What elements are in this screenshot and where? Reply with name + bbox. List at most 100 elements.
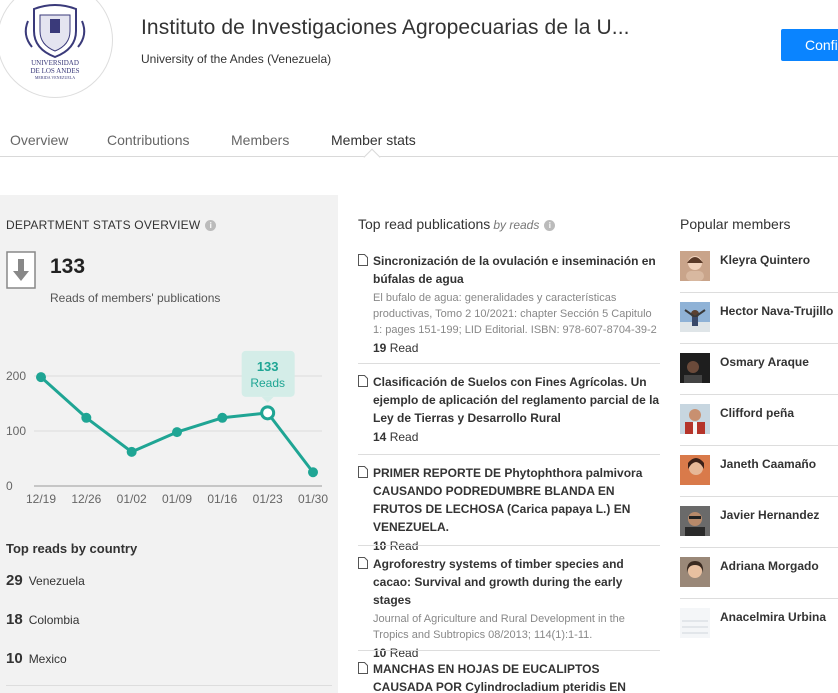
tab-contributions[interactable]: Contributions bbox=[107, 132, 190, 148]
tab-bar: Overview Contributions Members Member st… bbox=[0, 128, 838, 157]
x-tick-label: 12/19 bbox=[26, 492, 56, 506]
document-icon bbox=[358, 375, 368, 387]
member-name[interactable]: Osmary Araque bbox=[720, 355, 809, 369]
stats-header: DEPARTMENT STATS OVERVIEW i bbox=[6, 218, 217, 232]
member-item[interactable]: Adriana Morgado bbox=[680, 557, 838, 608]
document-icon bbox=[358, 254, 368, 266]
total-reads-caption: Reads of members' publications bbox=[50, 291, 221, 305]
institution-title: Instituto de Investigaciones Agropecuari… bbox=[141, 16, 630, 39]
stats-header-label: DEPARTMENT STATS OVERVIEW bbox=[6, 218, 201, 232]
countries-title: Top reads by country bbox=[6, 541, 138, 556]
confirm-button[interactable]: Confi bbox=[781, 29, 838, 61]
avatar[interactable] bbox=[680, 455, 710, 485]
x-tick-label: 01/02 bbox=[117, 492, 147, 506]
divider bbox=[680, 598, 838, 599]
y-tick-label: 0 bbox=[6, 479, 13, 493]
country-row: 10 Mexico bbox=[6, 650, 67, 667]
member-name[interactable]: Hector Nava-Trujillo bbox=[720, 304, 833, 318]
publication-reads: 19 Read bbox=[373, 341, 419, 355]
member-item[interactable]: Osmary Araque bbox=[680, 353, 838, 404]
y-tick-label: 200 bbox=[6, 369, 26, 383]
member-name[interactable]: Javier Hernandez bbox=[720, 508, 819, 522]
info-icon[interactable]: i bbox=[544, 220, 556, 231]
member-name[interactable]: Anacelmira Urbina bbox=[720, 610, 826, 624]
avatar[interactable] bbox=[680, 404, 710, 434]
info-icon[interactable]: i bbox=[205, 220, 217, 231]
member-name[interactable]: Clifford peña bbox=[720, 406, 794, 420]
member-item[interactable]: Javier Hernandez bbox=[680, 506, 838, 557]
tab-overview[interactable]: Overview bbox=[10, 132, 68, 148]
publication-item[interactable]: PRIMER REPORTE DE Phytophthora palmivora… bbox=[358, 464, 660, 553]
divider bbox=[680, 547, 838, 548]
member-name[interactable]: Kleyra Quintero bbox=[720, 253, 810, 267]
publication-reads: 10 Read bbox=[373, 539, 419, 553]
publication-item[interactable]: Agroforestry systems of timber species a… bbox=[358, 555, 660, 660]
publication-title[interactable]: PRIMER REPORTE DE Phytophthora palmivora… bbox=[373, 464, 660, 536]
publication-item[interactable]: Sincronización de la ovulación e insemin… bbox=[358, 252, 660, 355]
avatar[interactable] bbox=[680, 251, 710, 281]
avatar[interactable] bbox=[680, 353, 710, 383]
data-point bbox=[308, 467, 318, 478]
data-point bbox=[81, 412, 92, 423]
country-row: 29 Venezuela bbox=[6, 572, 85, 589]
divider bbox=[358, 454, 660, 455]
tooltip-label: Reads bbox=[250, 376, 285, 390]
divider bbox=[358, 650, 660, 651]
x-tick-label: 12/26 bbox=[71, 492, 101, 506]
tab-members[interactable]: Members bbox=[231, 132, 289, 148]
university-seal-icon: UNIVERSIDAD DE LOS ANDES MERIDA VENEZUEL… bbox=[24, 4, 86, 80]
divider bbox=[680, 496, 838, 497]
publication-reads: 14 Read bbox=[373, 430, 419, 444]
avatar[interactable] bbox=[680, 506, 710, 536]
data-point bbox=[126, 446, 137, 457]
divider bbox=[680, 394, 838, 395]
publication-title[interactable]: Sincronización de la ovulación e insemin… bbox=[373, 252, 660, 288]
x-tick-label: 01/09 bbox=[162, 492, 192, 506]
publication-meta: El bufalo de agua: generalidades y carac… bbox=[373, 292, 657, 336]
svg-text:MERIDA VENEZUELA: MERIDA VENEZUELA bbox=[35, 75, 75, 80]
document-icon bbox=[358, 557, 368, 569]
member-item[interactable]: Janeth Caamaño bbox=[680, 455, 838, 506]
tooltip-arrow bbox=[261, 396, 274, 403]
y-tick-label: 100 bbox=[6, 424, 26, 438]
data-point bbox=[172, 427, 182, 438]
document-icon bbox=[358, 662, 368, 674]
data-point bbox=[36, 372, 46, 383]
divider bbox=[358, 363, 660, 364]
svg-text:DE LOS ANDES: DE LOS ANDES bbox=[30, 67, 79, 75]
avatar[interactable] bbox=[680, 608, 710, 638]
tab-member-stats[interactable]: Member stats bbox=[331, 132, 416, 148]
publication-title[interactable]: Clasificación de Suelos con Fines Agríco… bbox=[373, 373, 660, 427]
divider bbox=[6, 685, 332, 686]
data-point bbox=[217, 412, 228, 423]
tooltip-value: 133 bbox=[257, 359, 279, 374]
publication-title[interactable]: Agroforestry systems of timber species a… bbox=[373, 555, 660, 609]
publication-reads: 10 Read bbox=[373, 646, 419, 660]
member-name[interactable]: Adriana Morgado bbox=[720, 559, 819, 573]
publication-title[interactable]: MANCHAS EN HOJAS DE EUCALIPTOS CAUSADA P… bbox=[373, 660, 660, 693]
divider bbox=[680, 445, 838, 446]
member-item[interactable]: Hector Nava-Trujillo bbox=[680, 302, 838, 353]
svg-text:UNIVERSIDAD: UNIVERSIDAD bbox=[31, 59, 79, 67]
member-item[interactable]: Kleyra Quintero bbox=[680, 251, 838, 302]
institution-logo[interactable]: UNIVERSIDAD DE LOS ANDES MERIDA VENEZUEL… bbox=[0, 0, 113, 98]
divider bbox=[680, 343, 838, 344]
publication-item[interactable]: MANCHAS EN HOJAS DE EUCALIPTOS CAUSADA P… bbox=[358, 660, 660, 693]
institution-subtitle[interactable]: University of the Andes (Venezuela) bbox=[141, 52, 331, 66]
avatar[interactable] bbox=[680, 557, 710, 587]
avatar[interactable] bbox=[680, 302, 710, 332]
publication-meta: Journal of Agriculture and Rural Develop… bbox=[373, 613, 625, 641]
member-item[interactable]: Clifford peña bbox=[680, 404, 838, 455]
popular-members-header: Popular members bbox=[680, 216, 791, 232]
reads-line-chart: 0 100 200 12/19 12/26 01/02 01/09 01/16 01/23 01/… bbox=[6, 350, 328, 506]
highlighted-data-point bbox=[260, 405, 276, 421]
member-name[interactable]: Janeth Caamaño bbox=[720, 457, 816, 471]
download-icon bbox=[6, 251, 36, 289]
country-row: 18 Colombia bbox=[6, 611, 80, 628]
member-item[interactable]: Anacelmira Urbina bbox=[680, 608, 838, 659]
x-tick-label: 01/23 bbox=[253, 492, 283, 506]
publication-item[interactable]: Clasificación de Suelos con Fines Agríco… bbox=[358, 373, 660, 444]
stats-panel: DEPARTMENT STATS OVERVIEW i 133 Reads of … bbox=[0, 195, 338, 693]
total-reads-count: 133 bbox=[50, 255, 86, 278]
divider bbox=[680, 292, 838, 293]
